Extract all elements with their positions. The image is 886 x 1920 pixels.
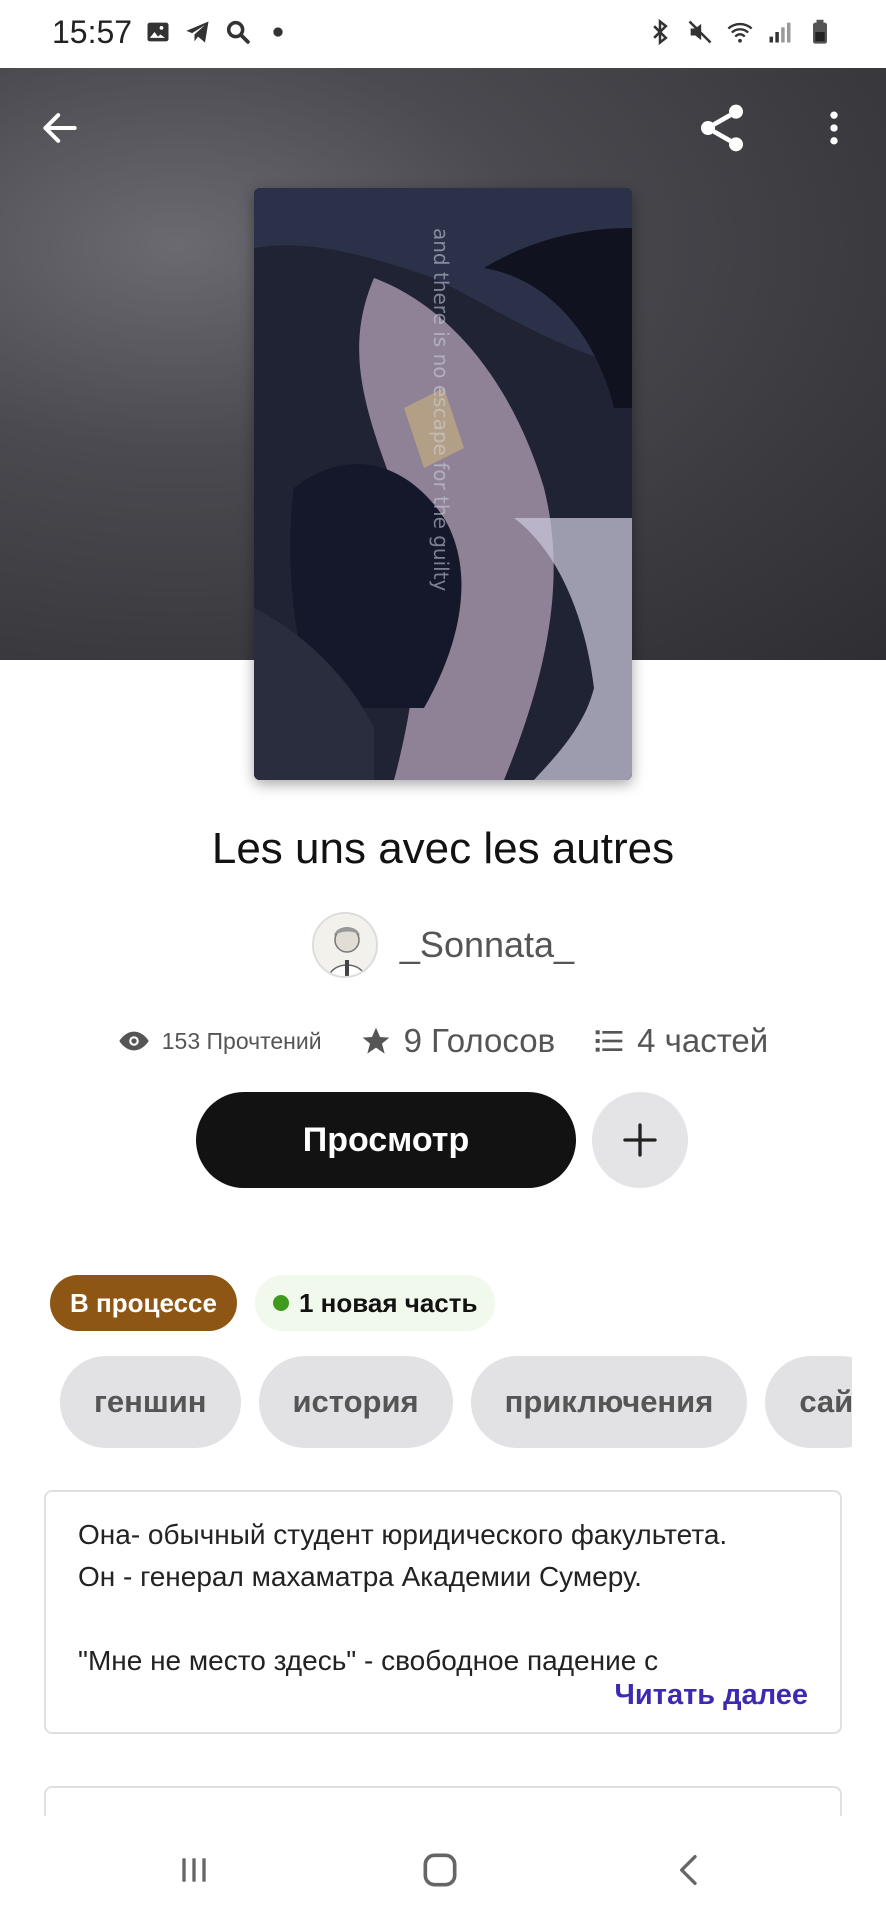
description-line: "Мне не место здесь" - свободное падение… xyxy=(78,1645,659,1676)
votes-count: 9 Голосов xyxy=(403,1022,556,1059)
parts-count: 4 частей xyxy=(637,1022,769,1059)
reads-stat: 153 Прочтений xyxy=(118,1025,322,1057)
status-badge: В процессе xyxy=(50,1275,237,1331)
read-more-link[interactable]: Читать далее xyxy=(604,1679,808,1712)
plus-icon xyxy=(623,1123,657,1157)
author-avatar[interactable] xyxy=(311,912,378,978)
tags-scroller[interactable]: геншин история приключения сай xyxy=(60,1356,852,1448)
back-icon xyxy=(680,1855,697,1885)
search-icon xyxy=(226,20,250,44)
share-icon xyxy=(701,104,743,152)
status-right-icons xyxy=(646,18,834,46)
description-line: Он - генерал махаматра Академии Сумеру. xyxy=(78,1561,642,1592)
tag-chip[interactable]: приключения xyxy=(470,1356,748,1448)
arrow-left-icon xyxy=(43,113,77,143)
tag-chip[interactable]: сай xyxy=(765,1356,852,1448)
status-left-icons xyxy=(144,18,292,46)
status-bar: 15:57 xyxy=(0,0,886,68)
eye-icon xyxy=(119,1031,149,1051)
tags-row: геншин история приключения сай xyxy=(60,1356,852,1448)
description-card[interactable]: Она- обычный студент юридического факуль… xyxy=(44,1490,842,1734)
author-row[interactable]: _Sonnata_ xyxy=(0,910,886,980)
recent-apps-button[interactable] xyxy=(164,1842,224,1898)
home-button[interactable] xyxy=(410,1842,470,1898)
read-button[interactable]: Просмотр xyxy=(196,1092,576,1188)
home-icon xyxy=(423,1853,457,1887)
avatar-image xyxy=(313,914,376,976)
list-icon xyxy=(595,1030,623,1052)
mute-icon xyxy=(688,20,712,44)
image-icon xyxy=(147,22,169,42)
system-nav-bar xyxy=(0,1816,886,1920)
share-button[interactable] xyxy=(690,96,754,160)
battery-icon xyxy=(813,19,827,44)
tag-chip[interactable]: геншин xyxy=(60,1356,241,1448)
cover-text: and there is no escape for the guilty xyxy=(429,228,453,592)
add-to-library-button[interactable] xyxy=(592,1092,688,1188)
badge-row: В процессе 1 новая часть xyxy=(50,1274,496,1332)
back-button[interactable] xyxy=(28,96,92,160)
more-options-button[interactable] xyxy=(802,96,866,160)
system-back-button[interactable] xyxy=(660,1842,720,1898)
description-line xyxy=(78,1598,818,1640)
author-name[interactable]: _Sonnata_ xyxy=(400,924,574,966)
votes-stat: 9 Голосов xyxy=(360,1022,556,1060)
parts-stat: 4 частей xyxy=(593,1022,768,1060)
story-cover[interactable]: and there is no escape for the guilty xyxy=(254,188,632,780)
description-text: Она- обычный студент юридического факуль… xyxy=(78,1514,818,1682)
tag-chip[interactable]: история xyxy=(258,1356,453,1448)
action-row: Просмотр xyxy=(196,1092,688,1188)
signal-icon xyxy=(769,22,791,43)
recent-apps-icon xyxy=(182,1858,206,1882)
dot-icon xyxy=(273,27,283,37)
bluetooth-icon xyxy=(653,18,668,46)
new-part-badge: 1 новая часть xyxy=(254,1275,496,1331)
telegram-icon xyxy=(186,21,209,43)
green-dot-icon xyxy=(272,1295,289,1311)
new-part-label: 1 новая часть xyxy=(298,1287,478,1318)
wifi-icon xyxy=(727,22,753,43)
reads-count: 153 Прочтений xyxy=(161,1027,322,1054)
stats-row: 153 Прочтений 9 Голосов 4 частей xyxy=(0,1016,886,1066)
cover-artwork: and there is no escape for the guilty xyxy=(254,188,632,780)
story-title: Les uns avec les autres xyxy=(211,824,675,873)
status-time: 15:57 xyxy=(52,14,133,50)
more-vertical-icon xyxy=(830,111,838,145)
star-icon xyxy=(362,1027,389,1054)
description-line: Она- обычный студент юридического факуль… xyxy=(78,1519,728,1550)
